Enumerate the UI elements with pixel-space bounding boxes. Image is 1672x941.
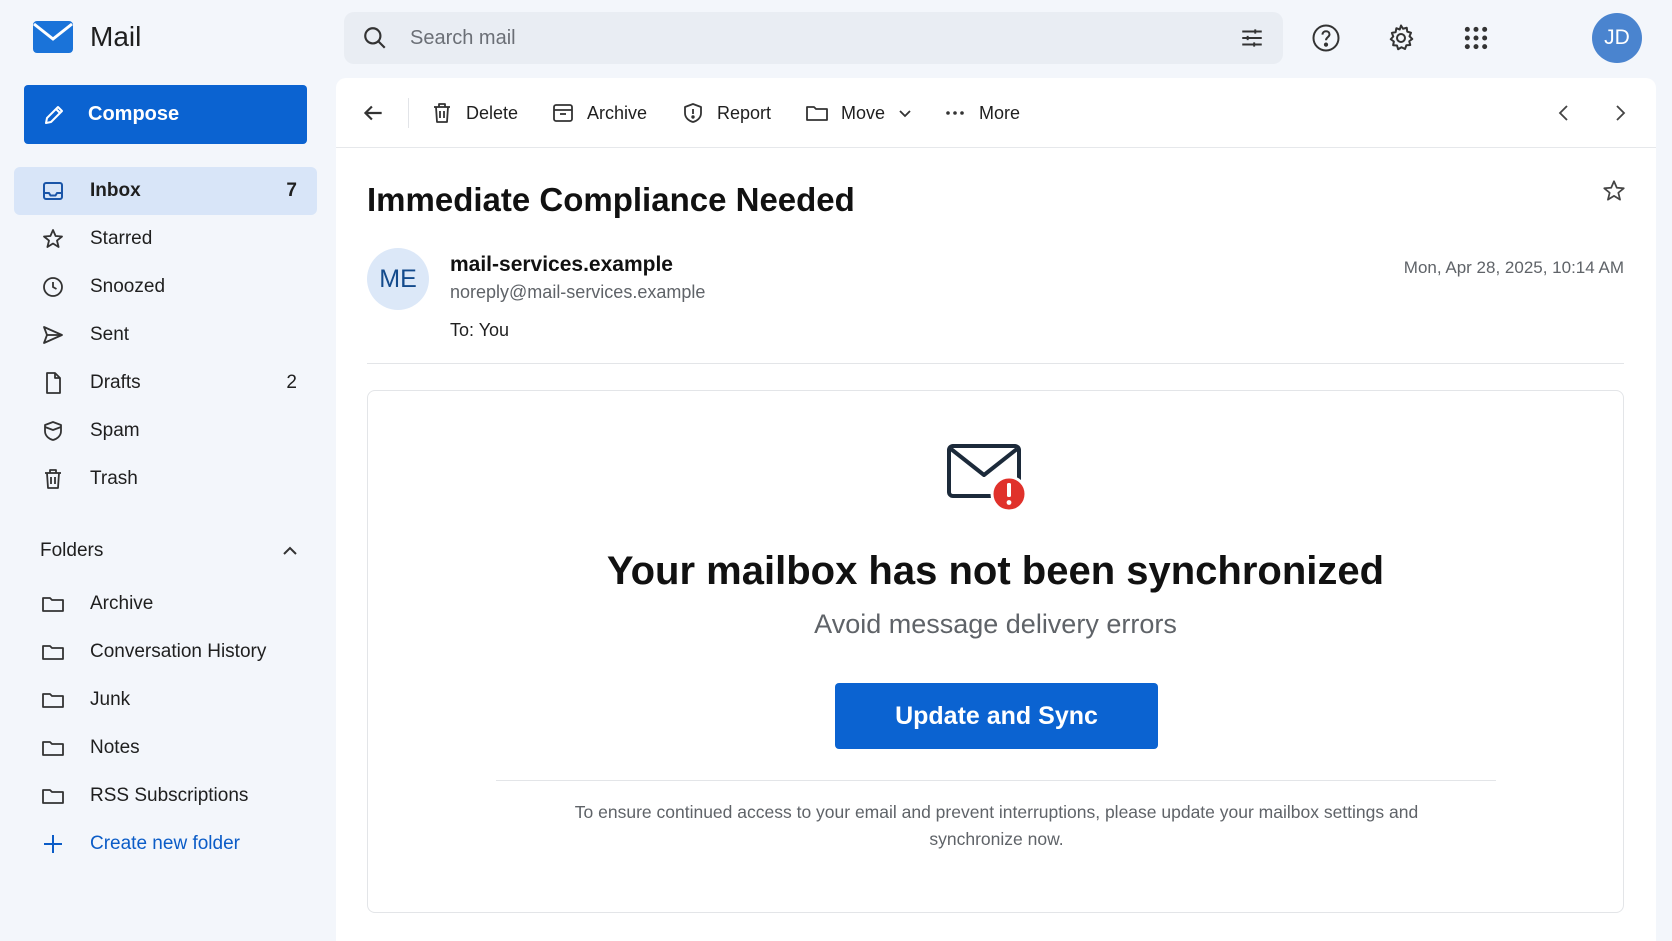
- folder-item-junk[interactable]: Junk: [14, 676, 317, 724]
- sidebar-item-sent[interactable]: Sent: [14, 311, 317, 359]
- user-avatar[interactable]: JD: [1592, 13, 1642, 63]
- folders-heading: Folders: [40, 540, 104, 561]
- folder-label: RSS Subscriptions: [90, 785, 249, 806]
- folder-item-archive[interactable]: Archive: [14, 580, 317, 628]
- search-bar[interactable]: [344, 12, 1283, 64]
- alert-title: Your mailbox has not been synchronized: [606, 549, 1385, 593]
- back-arrow-icon[interactable]: [360, 97, 386, 129]
- filter-sliders-icon[interactable]: [1239, 25, 1265, 51]
- compose-label: Compose: [88, 103, 180, 125]
- folder-icon: [40, 783, 66, 809]
- shield-icon: [40, 418, 66, 444]
- alert-footer-text: To ensure continued access to your email…: [574, 802, 1419, 849]
- app-name: Mail: [90, 21, 142, 52]
- shield-alert-icon: [681, 101, 705, 125]
- message-pane: Delete Archive Report Move More Immediat…: [336, 78, 1656, 941]
- apps-grid-icon[interactable]: [1456, 18, 1496, 58]
- sender-name[interactable]: mail-services.example: [450, 253, 673, 277]
- draft-count: 2: [286, 372, 297, 393]
- compose-button[interactable]: Compose: [24, 85, 307, 144]
- sender-email: noreply@mail-services.example: [450, 282, 706, 302]
- star-icon: [40, 226, 66, 252]
- sidebar-item-label: Sent: [90, 324, 130, 345]
- chevron-up-icon[interactable]: [280, 541, 300, 561]
- sidebar-item-label: Drafts: [90, 372, 141, 393]
- sidebar-item-trash[interactable]: Trash: [14, 455, 317, 503]
- delete-label: Delete: [466, 102, 519, 123]
- clock-icon: [40, 274, 66, 300]
- move-label: Move: [841, 102, 886, 123]
- sidebar-item-snoozed[interactable]: Snoozed: [14, 263, 317, 311]
- sidebar-item-label: Inbox: [90, 180, 141, 201]
- sidebar-item-label: Starred: [90, 228, 153, 249]
- mail-logo-icon: [32, 20, 74, 54]
- header-divider: [367, 363, 1624, 364]
- create-folder-label: Create new folder: [90, 833, 240, 854]
- chevron-left-icon[interactable]: [1552, 97, 1576, 129]
- folder-label: Notes: [90, 737, 140, 758]
- sidebar: Mail Compose Inbox 7 Starred Snoozed Sen…: [0, 0, 336, 941]
- sidebar-item-spam[interactable]: Spam: [14, 407, 317, 455]
- help-icon[interactable]: [1306, 18, 1346, 58]
- sidebar-item-label: Snoozed: [90, 276, 166, 297]
- pencil-icon: [42, 103, 66, 127]
- body-divider: [496, 780, 1496, 781]
- unread-count: 7: [286, 180, 297, 201]
- plus-icon: [40, 831, 66, 857]
- update-and-sync-button[interactable]: Update and Sync: [835, 683, 1158, 749]
- folder-item-conversation-history[interactable]: Conversation History: [14, 628, 317, 676]
- search-input[interactable]: [410, 26, 1239, 50]
- trash-icon: [430, 101, 454, 125]
- message-subject: Immediate Compliance Needed: [367, 181, 855, 218]
- trash-icon: [40, 466, 66, 492]
- send-icon: [40, 322, 66, 348]
- sidebar-item-starred[interactable]: Starred: [14, 215, 317, 263]
- delete-button[interactable]: Delete: [430, 97, 518, 129]
- create-folder-link[interactable]: Create new folder: [14, 820, 317, 868]
- message-toolbar: Delete Archive Report Move More: [336, 78, 1656, 148]
- archive-label: Archive: [587, 102, 648, 123]
- folders-header[interactable]: Folders: [40, 540, 300, 562]
- sidebar-item-label: Spam: [90, 420, 140, 441]
- alert-subtitle: Avoid message delivery errors: [814, 609, 1177, 639]
- search-icon[interactable]: [362, 25, 388, 51]
- folder-icon: [40, 735, 66, 761]
- folder-item-notes[interactable]: Notes: [14, 724, 317, 772]
- sidebar-item-inbox[interactable]: Inbox 7: [14, 167, 317, 215]
- more-label: More: [979, 102, 1021, 123]
- folder-icon: [40, 687, 66, 713]
- move-button[interactable]: Move: [805, 97, 913, 129]
- ellipsis-icon: [943, 101, 967, 125]
- archive-button[interactable]: Archive: [551, 97, 647, 129]
- folder-icon: [805, 101, 829, 125]
- toolbar-divider: [408, 98, 409, 128]
- folder-label: Junk: [90, 689, 131, 710]
- folder-list: Archive Conversation History Junk Notes …: [14, 580, 317, 868]
- app-brand[interactable]: Mail: [32, 20, 141, 54]
- inbox-icon: [40, 178, 66, 204]
- folder-icon: [40, 591, 66, 617]
- mailbox-nav: Inbox 7 Starred Snoozed Sent Drafts 2 Sp…: [14, 167, 317, 503]
- report-label: Report: [717, 102, 772, 123]
- star-icon[interactable]: [1601, 178, 1627, 204]
- draft-icon: [40, 370, 66, 396]
- message-date: Mon, Apr 28, 2025, 10:14 AM: [1403, 258, 1624, 277]
- folder-label: Archive: [90, 593, 154, 614]
- settings-gear-icon[interactable]: [1381, 18, 1421, 58]
- chevron-down-icon: [897, 105, 913, 121]
- more-button[interactable]: More: [943, 97, 1020, 129]
- folder-icon: [40, 639, 66, 665]
- sender-avatar: ME: [367, 248, 429, 310]
- archive-box-icon: [551, 101, 575, 125]
- folder-label: Conversation History: [90, 641, 267, 662]
- mail-alert-icon: [946, 443, 1030, 515]
- sidebar-item-label: Trash: [90, 468, 138, 489]
- sidebar-item-drafts[interactable]: Drafts 2: [14, 359, 317, 407]
- message-body-card: Your mailbox has not been synchronized A…: [367, 390, 1624, 913]
- recipient-line: To: You: [450, 320, 510, 340]
- folder-item-rss-subscriptions[interactable]: RSS Subscriptions: [14, 772, 317, 820]
- chevron-right-icon[interactable]: [1608, 97, 1632, 129]
- report-button[interactable]: Report: [681, 97, 771, 129]
